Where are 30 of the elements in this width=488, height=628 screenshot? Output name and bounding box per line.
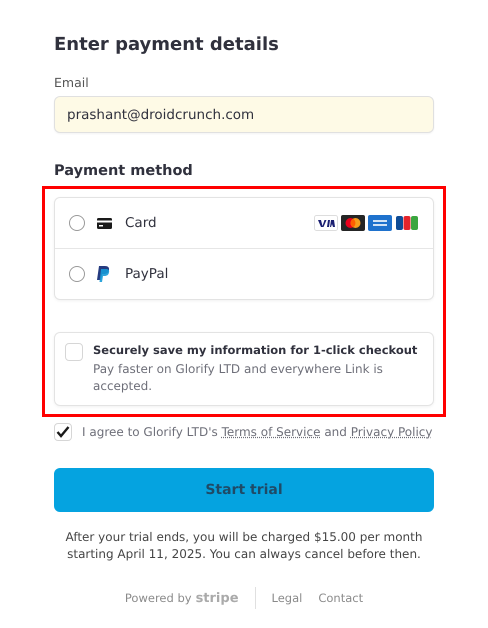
checkbox[interactable] bbox=[65, 343, 83, 361]
payment-option[interactable]: Card bbox=[55, 198, 433, 248]
checkbox[interactable] bbox=[54, 423, 72, 441]
email-field[interactable]: prashant@droidcrunch.com bbox=[54, 96, 434, 133]
powered-by-text: Powered by bbox=[124, 590, 192, 604]
credit-card-icon bbox=[97, 218, 112, 228]
billing-notice: After your trial ends, you will be charged $15.00 per month starting April 11, 2025. You can always cancel before then. bbox=[64, 529, 424, 563]
save-info-title: Securely save my information for 1-click checkout bbox=[93, 343, 418, 357]
save-info-description: Pay faster on Glorify LTD and everywhere Link is accepted. bbox=[93, 361, 384, 395]
terms-link[interactable]: Terms of Service bbox=[222, 425, 320, 439]
mastercard-logo-icon bbox=[341, 215, 365, 231]
amex-logo-icon bbox=[368, 215, 392, 231]
section-heading: Payment method bbox=[54, 163, 194, 179]
payment-option-label: Card bbox=[125, 215, 157, 231]
visa-logo-icon bbox=[314, 215, 338, 231]
payment-option-label: PayPal bbox=[125, 266, 168, 282]
paypal-logo-icon bbox=[97, 266, 110, 282]
payment-option[interactable]: PayPal bbox=[55, 248, 433, 299]
footer-link[interactable]: Legal bbox=[272, 591, 302, 605]
email-label: Email bbox=[54, 75, 90, 90]
radio-button[interactable] bbox=[69, 215, 85, 231]
page-title: Enter payment details bbox=[54, 34, 280, 55]
footer-link[interactable]: Contact bbox=[318, 591, 364, 605]
check-icon bbox=[56, 426, 70, 438]
start-trial-button[interactable]: Start trial bbox=[54, 468, 434, 512]
agreement-text: I agree to Glorify LTD's Terms of Service and Privacy Policy bbox=[82, 425, 432, 439]
stripe-logo: stripe bbox=[196, 590, 239, 606]
jcb-logo-icon bbox=[395, 215, 419, 231]
radio-button[interactable] bbox=[69, 266, 85, 282]
privacy-link[interactable]: Privacy Policy bbox=[350, 425, 432, 439]
